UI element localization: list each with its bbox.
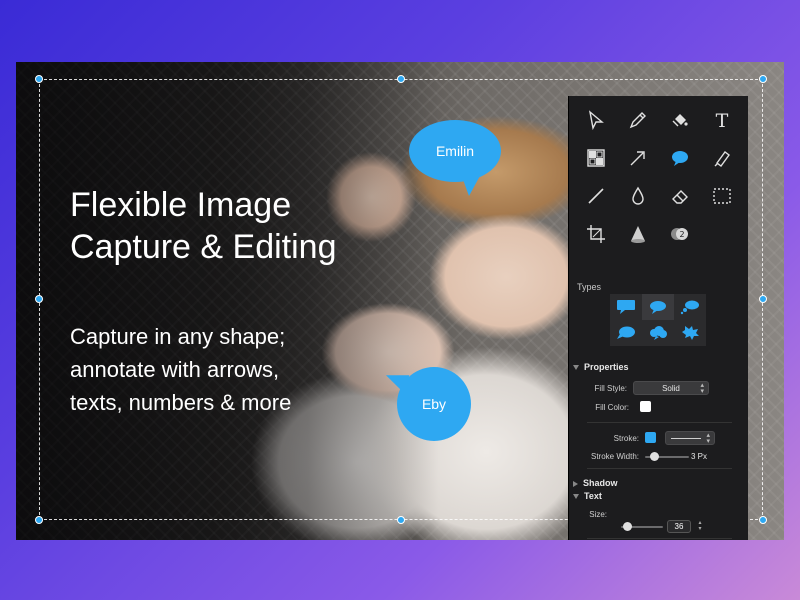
select-stepper-icon: ▴ ▾ bbox=[706, 432, 710, 445]
divider bbox=[587, 422, 732, 423]
rect-bubble-icon[interactable] bbox=[610, 294, 642, 320]
bubble-label: Emilin bbox=[435, 143, 475, 159]
fill-color-label: Fill Color: bbox=[595, 403, 629, 412]
types-label: Types bbox=[577, 282, 602, 292]
selection-handle-bottom-right[interactable] bbox=[759, 516, 767, 524]
text-size-value: 36 bbox=[674, 522, 684, 531]
pixelate-icon[interactable] bbox=[575, 146, 617, 170]
size-label: Size: bbox=[589, 510, 607, 519]
text-size-stepper-icon[interactable]: ▴ ▾ bbox=[696, 520, 704, 532]
svg-text:2: 2 bbox=[679, 230, 684, 239]
fill-style-value: Solid bbox=[662, 383, 680, 393]
stroke-width-label: Stroke Width: bbox=[590, 452, 639, 461]
text-size-knob[interactable] bbox=[623, 522, 633, 531]
headline: Flexible Image Capture & Editing bbox=[70, 186, 337, 266]
selection-handle-middle-left[interactable] bbox=[35, 295, 43, 303]
selection-handle-top-right[interactable] bbox=[759, 75, 767, 83]
pencil-icon[interactable] bbox=[617, 108, 659, 132]
speech-bubble-icon[interactable] bbox=[659, 146, 701, 170]
svg-text:T: T bbox=[716, 110, 729, 131]
spotlight-icon[interactable] bbox=[617, 222, 659, 246]
shadow-header[interactable]: Shadow bbox=[573, 478, 618, 488]
eraser-icon[interactable] bbox=[659, 184, 701, 208]
select-stepper-icon: ▴ ▾ bbox=[700, 382, 704, 395]
bubble-type-picker bbox=[610, 294, 706, 346]
crop-icon[interactable] bbox=[575, 222, 617, 246]
cloud-bubble-icon[interactable] bbox=[642, 320, 674, 346]
fill-bucket-icon[interactable] bbox=[659, 108, 701, 132]
stroke-color-swatch[interactable] bbox=[645, 432, 656, 443]
blur-drop-icon[interactable] bbox=[617, 184, 659, 208]
fill-style-select[interactable]: Solid ▴ ▾ bbox=[633, 381, 709, 395]
shadow-title: Shadow bbox=[583, 478, 618, 488]
thought-bubble-icon[interactable] bbox=[674, 294, 706, 320]
disclosure-down-icon bbox=[573, 494, 579, 500]
annotation-panel: T 2 Types Properties Fill Style: Solid ▴… bbox=[568, 96, 748, 540]
line-icon[interactable] bbox=[575, 184, 617, 208]
text-size-field[interactable]: 36 bbox=[667, 520, 691, 533]
selection-handle-middle-right[interactable] bbox=[759, 295, 767, 303]
divider bbox=[587, 538, 732, 539]
properties-title: Properties bbox=[584, 362, 629, 372]
stroke-width-value: 3 Px bbox=[691, 452, 708, 461]
fill-style-label: Fill Style: bbox=[594, 384, 627, 393]
arrow-icon[interactable] bbox=[617, 146, 659, 170]
subline: Capture in any shape; annotate with arro… bbox=[70, 324, 292, 415]
properties-header[interactable]: Properties bbox=[573, 362, 629, 372]
selection-handle-bottom-center[interactable] bbox=[397, 516, 405, 524]
shout-bubble-icon[interactable] bbox=[674, 320, 706, 346]
oval-bubble-icon[interactable] bbox=[642, 294, 674, 320]
bubble-label: Eby bbox=[421, 396, 447, 412]
speech-bubble-emilin[interactable]: Emilin bbox=[409, 120, 501, 196]
fill-color-swatch[interactable] bbox=[640, 401, 651, 412]
highlighter-icon[interactable] bbox=[701, 146, 743, 170]
selection-handle-top-center[interactable] bbox=[397, 75, 405, 83]
disclosure-down-icon bbox=[573, 365, 579, 371]
stroke-label: Stroke: bbox=[613, 434, 639, 443]
divider bbox=[587, 468, 732, 469]
stroke-width-knob[interactable] bbox=[649, 452, 659, 461]
round-bubble-icon[interactable] bbox=[610, 320, 642, 346]
counter-icon[interactable]: 2 bbox=[659, 222, 701, 246]
selection-icon[interactable] bbox=[701, 184, 743, 208]
text-header[interactable]: Text bbox=[573, 491, 602, 501]
text-title: Text bbox=[584, 491, 602, 501]
selection-handle-top-left[interactable] bbox=[35, 75, 43, 83]
stroke-line-preview bbox=[671, 437, 701, 439]
text-icon[interactable]: T bbox=[701, 108, 743, 132]
stroke-style-select[interactable]: ▴ ▾ bbox=[665, 431, 715, 445]
disclosure-right-icon bbox=[573, 480, 578, 487]
bubble-tail bbox=[461, 174, 481, 196]
tool-grid: T 2 bbox=[569, 96, 748, 246]
pointer-icon[interactable] bbox=[575, 108, 617, 132]
selection-handle-bottom-left[interactable] bbox=[35, 516, 43, 524]
speech-bubble-eby[interactable]: Eby bbox=[382, 367, 471, 441]
